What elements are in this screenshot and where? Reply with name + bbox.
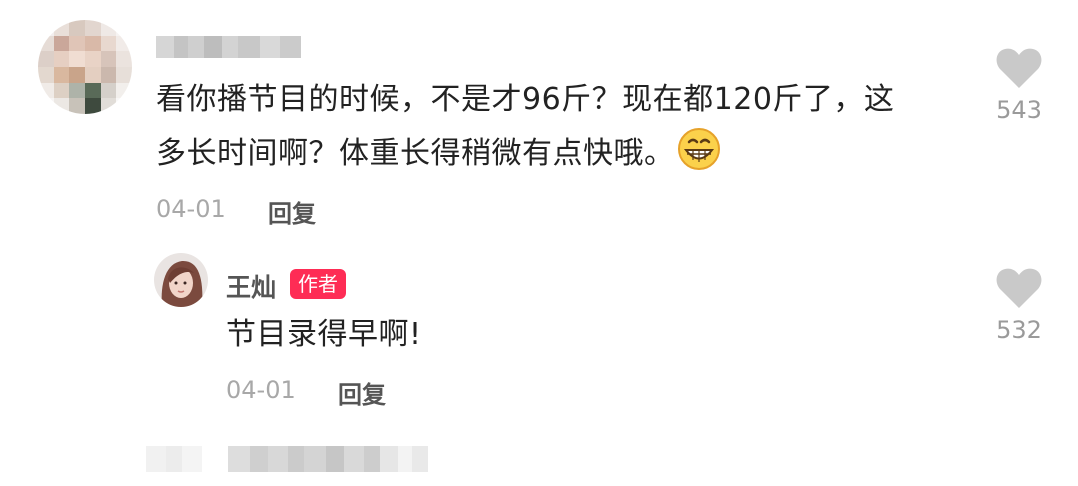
reply-like-button[interactable]: 532 [984,266,1054,344]
comment-date: 04-01 [156,195,226,223]
like-button[interactable]: 543 [984,46,1054,124]
reply-like-count: 532 [996,316,1042,344]
comment-text-line-2: 多长时间啊？体重长得稍微有点快哦。 [156,127,956,189]
commenter-username[interactable] [156,36,301,58]
next-comment-blurred-row [146,446,436,472]
reply-reply-button[interactable]: 回复 [338,375,386,410]
heart-icon [984,266,1054,314]
grinning-face-emoji-icon [677,127,721,189]
author-username[interactable]: 王灿 [226,268,276,304]
blurred-username [156,36,301,58]
heart-icon [984,46,1054,94]
comment-text-line-1: 看你播节目的时候，不是才96斤？现在都120斤了，这 [156,82,895,117]
blurred-username [146,446,436,472]
reply-body: 节目录得早啊! [226,317,422,352]
author-badge: 作者 [290,269,346,299]
commenter-avatar[interactable] [38,20,132,114]
comment-body: 看你播节目的时候，不是才96斤？现在都120斤了，这 多长时间啊？体重长得稍微有… [156,73,956,189]
author-avatar[interactable] [154,253,208,307]
comment-text-line-2-text: 多长时间啊？体重长得稍微有点快哦。 [156,136,675,171]
reply-date: 04-01 [226,376,296,404]
reply-button[interactable]: 回复 [268,194,316,229]
like-count: 543 [996,96,1042,124]
